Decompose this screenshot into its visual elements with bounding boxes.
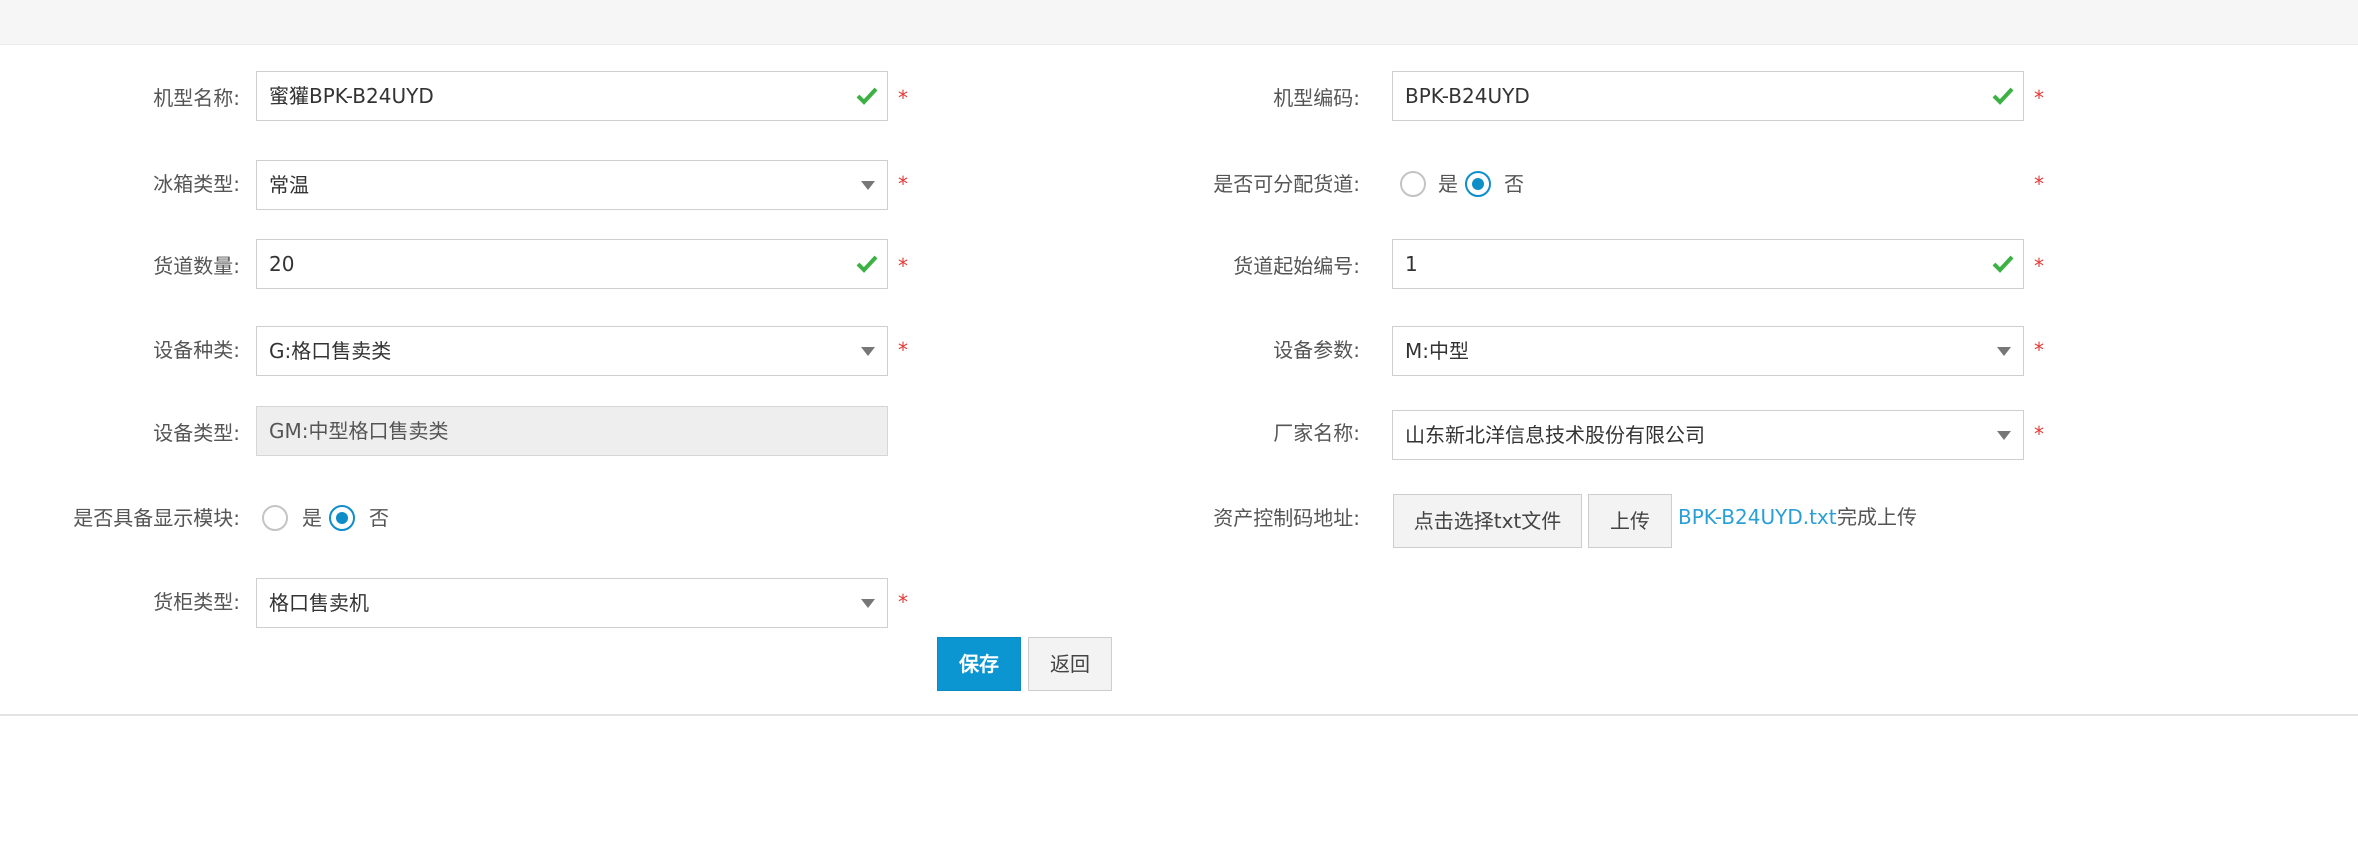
device-type-value: GM:中型格口售卖类 [269, 419, 449, 443]
chevron-down-icon [861, 181, 875, 190]
check-icon [1992, 87, 2014, 105]
choose-file-button[interactable]: 点击选择txt文件 [1393, 494, 1582, 548]
allocatable-lanes-label: 是否可分配货道: [1213, 172, 1360, 196]
display-yes-label: 是 [302, 506, 322, 530]
top-bar [0, 0, 2358, 45]
upload-status: 完成上传 [1837, 505, 1917, 529]
required-mark: * [898, 172, 908, 196]
model-name-label: 机型名称: [153, 86, 240, 110]
display-no-radio[interactable] [329, 505, 355, 531]
device-type-label: 设备类型: [153, 421, 240, 445]
device-type-input: GM:中型格口售卖类 [256, 406, 888, 456]
required-mark: * [898, 86, 908, 110]
upload-button[interactable]: 上传 [1588, 494, 1672, 548]
manufacturer-select[interactable]: 山东新北洋信息技术股份有限公司 [1392, 410, 2024, 460]
model-code-label: 机型编码: [1273, 86, 1360, 110]
device-params-select[interactable]: M:中型 [1392, 326, 2024, 376]
manufacturer-value: 山东新北洋信息技术股份有限公司 [1405, 423, 1705, 447]
chevron-down-icon [861, 347, 875, 356]
display-no-label: 否 [369, 506, 389, 530]
lane-count-input[interactable]: 20 [256, 239, 888, 289]
allocatable-yes-radio[interactable] [1400, 171, 1426, 197]
cabinet-type-label: 货柜类型: [153, 590, 240, 614]
required-mark: * [2034, 338, 2044, 362]
device-kind-value: G:格口售卖类 [269, 339, 392, 363]
chevron-down-icon [861, 599, 875, 608]
required-mark: * [2034, 172, 2044, 196]
chevron-down-icon [1997, 347, 2011, 356]
required-mark: * [2034, 86, 2044, 110]
allocatable-no-label: 否 [1504, 172, 1524, 196]
model-name-value: 蜜獾BPK-B24UYD [269, 84, 434, 108]
required-mark: * [2034, 254, 2044, 278]
lane-start-no-label: 货道起始编号: [1233, 254, 1360, 278]
lane-count-value: 20 [269, 252, 295, 276]
device-kind-select[interactable]: G:格口售卖类 [256, 326, 888, 376]
chevron-down-icon [1997, 431, 2011, 440]
manufacturer-label: 厂家名称: [1273, 421, 1360, 445]
check-icon [856, 255, 878, 273]
display-yes-radio[interactable] [262, 505, 288, 531]
model-code-input[interactable]: BPK-B24UYD [1392, 71, 2024, 121]
device-params-label: 设备参数: [1273, 338, 1360, 362]
has-display-label: 是否具备显示模块: [73, 506, 240, 530]
cabinet-type-select[interactable]: 格口售卖机 [256, 578, 888, 628]
model-name-input[interactable]: 蜜獾BPK-B24UYD [256, 71, 888, 121]
fridge-type-select[interactable]: 常温 [256, 160, 888, 210]
asset-code-label: 资产控制码地址: [1213, 506, 1360, 530]
fridge-type-value: 常温 [269, 173, 309, 197]
lane-count-label: 货道数量: [153, 254, 240, 278]
divider [0, 714, 2358, 716]
check-icon [1992, 255, 2014, 273]
lane-start-no-input[interactable]: 1 [1392, 239, 2024, 289]
required-mark: * [898, 254, 908, 278]
lane-start-no-value: 1 [1405, 252, 1418, 276]
save-button[interactable]: 保存 [937, 637, 1021, 691]
check-icon [856, 87, 878, 105]
fridge-type-label: 冰箱类型: [153, 172, 240, 196]
device-params-value: M:中型 [1405, 339, 1469, 363]
back-button[interactable]: 返回 [1028, 637, 1112, 691]
required-mark: * [898, 338, 908, 362]
uploaded-file-link[interactable]: BPK-B24UYD.txt [1678, 504, 1837, 530]
required-mark: * [898, 590, 908, 614]
required-mark: * [2034, 422, 2044, 446]
cabinet-type-value: 格口售卖机 [269, 591, 369, 615]
allocatable-yes-label: 是 [1438, 172, 1458, 196]
allocatable-no-radio[interactable] [1465, 171, 1491, 197]
model-code-value: BPK-B24UYD [1405, 84, 1530, 108]
device-kind-label: 设备种类: [153, 338, 240, 362]
